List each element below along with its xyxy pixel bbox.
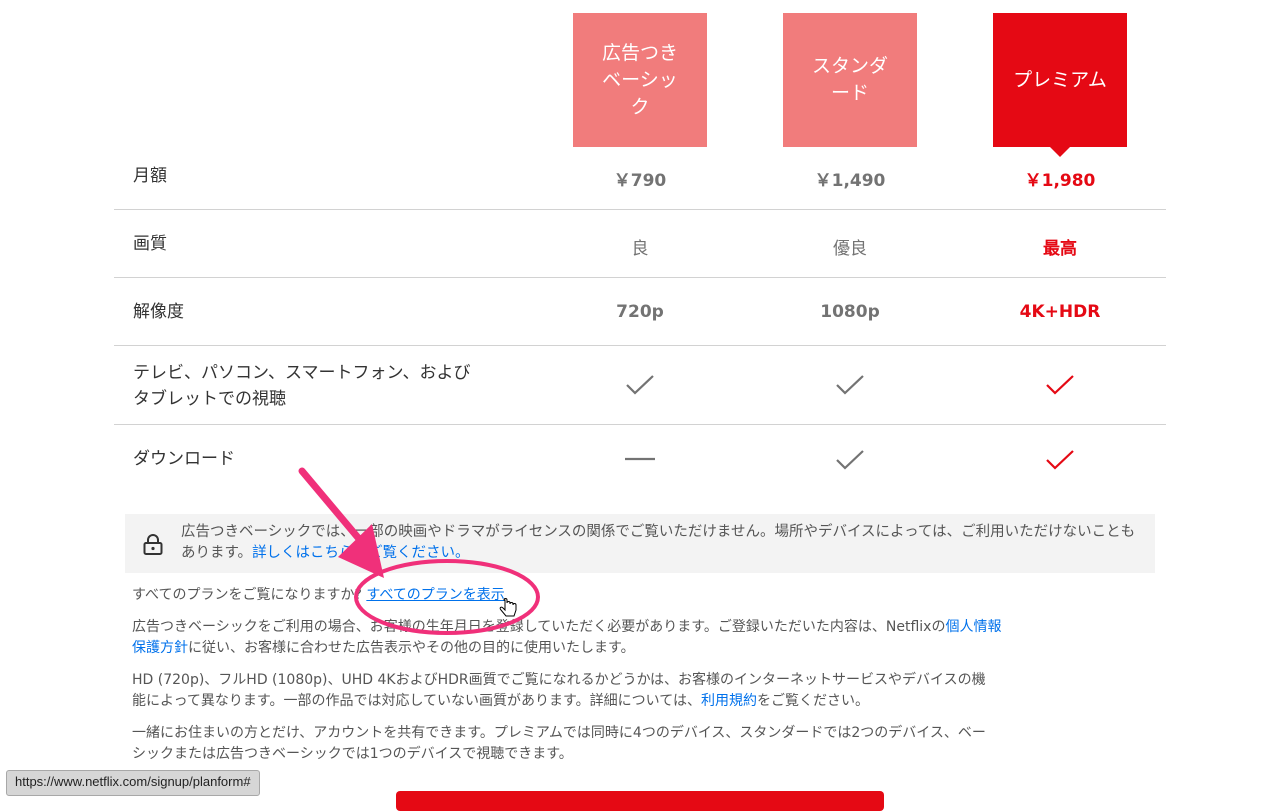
plan-name: プレミアム (1013, 68, 1107, 91)
check-icon (783, 449, 917, 476)
plan-name: スタンダ ード (811, 55, 888, 104)
row-monthly-price: 月額 ￥790 ￥1,490 ￥1,980 (114, 146, 1166, 210)
lock-icon (142, 534, 164, 560)
resolution-basic-ads: 720p (616, 302, 664, 322)
row-download: ダウンロード (114, 425, 1166, 493)
ads-plan-notice: 広告つきベーシックでは、一部の映画やドラマがライセンスの関係でご覧いただけません… (125, 514, 1155, 573)
row-device-viewing: テレビ、パソコン、スマートフォン、および タブレットでの視聴 (114, 346, 1166, 425)
plan-name: 広告つき ベーシッ ク (601, 41, 678, 118)
price-premium: ￥1,980 (1024, 171, 1096, 191)
notice-text: 広告つきベーシックでは、一部の映画やドラマがライセンスの関係でご覧いただけません… (181, 524, 1136, 561)
row-video-quality: 画質 良 優良 最高 (114, 210, 1166, 278)
check-icon (993, 374, 1127, 401)
quality-basic-ads: 良 (631, 239, 649, 259)
check-icon (783, 374, 917, 401)
dash-icon (573, 447, 707, 474)
account-sharing-paragraph: 一緒にお住まいの方とだけ、アカウントを共有できます。プレミアムでは同時に4つのデ… (132, 725, 986, 762)
plan-premium-button[interactable]: プレミアム (993, 13, 1127, 157)
row-label: 解像度 (133, 302, 184, 322)
plan-standard-button[interactable]: スタンダ ード (783, 13, 917, 147)
ads-birthdate-paragraph: 広告つきベーシックをご利用の場合、お客様の生年月日を登録していただく必要がありま… (132, 619, 1002, 656)
row-label: ダウンロード (133, 449, 235, 469)
row-label: 画質 (133, 234, 167, 254)
check-icon (573, 374, 707, 401)
all-plans-prompt: すべてのプランをご覧になりますか? (132, 587, 362, 603)
quality-premium: 最高 (1043, 239, 1077, 259)
check-icon (993, 449, 1127, 476)
price-standard: ￥1,490 (814, 171, 886, 191)
terms-of-use-link[interactable]: 利用規約 (701, 693, 757, 709)
plan-basic-with-ads-button[interactable]: 広告つき ベーシッ ク (573, 13, 707, 147)
row-resolution: 解像度 720p 1080p 4K+HDR (114, 278, 1166, 346)
notice-details-link[interactable]: 詳しくはこちらをご覧ください。 (252, 545, 470, 561)
row-label: 月額 (133, 166, 167, 186)
row-label: テレビ、パソコン、スマートフォン、および タブレットでの視聴 (133, 363, 471, 409)
show-all-plans-link[interactable]: すべてのプランを表示 (366, 587, 504, 603)
all-plans-line: すべてのプランをご覧になりますか? すべてのプランを表示 (132, 585, 1002, 606)
price-basic-ads: ￥790 (613, 171, 667, 191)
hd-availability-paragraph: HD (720p)、フルHD (1080p)、UHD 4KおよびHDR画質でご覧… (132, 672, 986, 709)
resolution-standard: 1080p (820, 302, 880, 322)
resolution-premium: 4K+HDR (1019, 302, 1101, 322)
next-button[interactable] (396, 791, 884, 811)
browser-status-url: https://www.netflix.com/signup/planform# (6, 770, 260, 796)
quality-standard: 優良 (833, 239, 867, 259)
